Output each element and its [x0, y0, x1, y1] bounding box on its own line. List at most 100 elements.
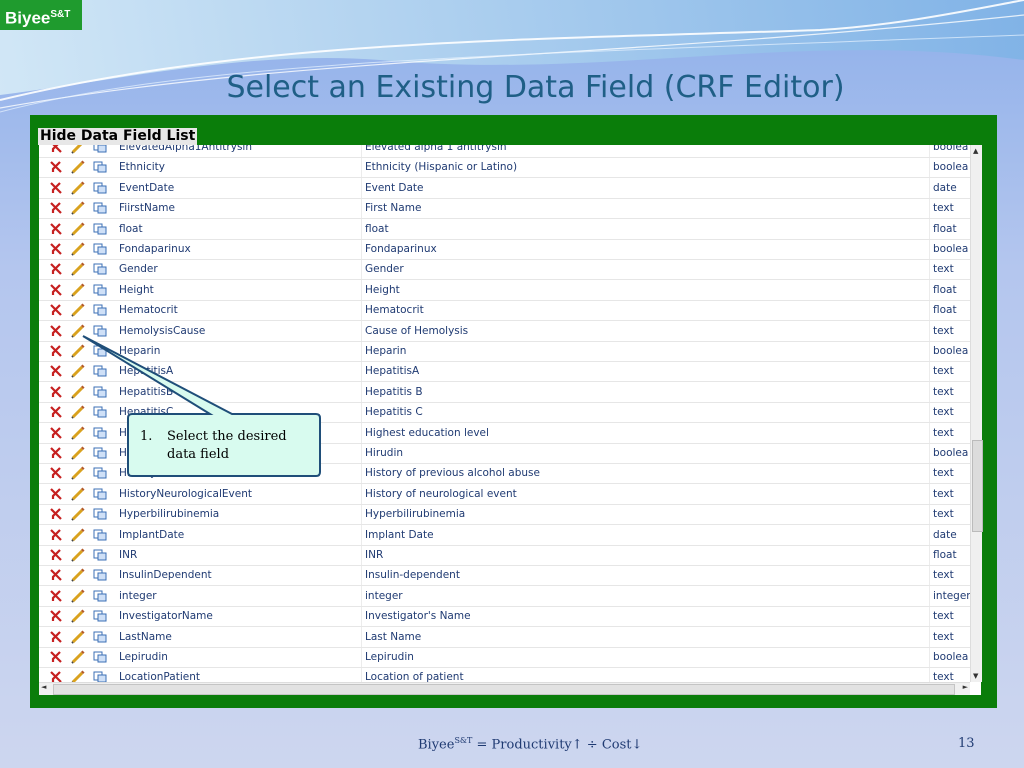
- table-row[interactable]: Gender Gender text: [39, 259, 970, 281]
- copy-icon[interactable]: [92, 547, 108, 563]
- delete-icon[interactable]: [48, 221, 64, 237]
- copy-icon[interactable]: [92, 649, 108, 665]
- table-row[interactable]: ImplantDate Implant Date date: [39, 525, 970, 546]
- delete-icon[interactable]: [48, 145, 64, 155]
- copy-icon[interactable]: [92, 302, 108, 318]
- copy-icon[interactable]: [92, 629, 108, 645]
- table-row[interactable]: EventDate Event Date date: [39, 178, 970, 199]
- edit-pencil-icon[interactable]: [70, 465, 86, 481]
- delete-icon[interactable]: [48, 608, 64, 624]
- table-row[interactable]: Lepirudin Lepirudin boolea: [39, 647, 970, 668]
- edit-pencil-icon[interactable]: [70, 547, 86, 563]
- copy-icon[interactable]: [92, 527, 108, 543]
- edit-pencil-icon[interactable]: [70, 384, 86, 400]
- copy-icon[interactable]: [92, 486, 108, 502]
- delete-icon[interactable]: [48, 425, 64, 441]
- table-row[interactable]: HistoryNeurologicalEvent History of neuro…: [39, 484, 970, 505]
- edit-pencil-icon[interactable]: [70, 159, 86, 175]
- delete-icon[interactable]: [48, 384, 64, 400]
- delete-icon[interactable]: [48, 261, 64, 277]
- table-row[interactable]: Hematocrit Hematocrit float: [39, 300, 970, 322]
- table-row[interactable]: ElevatedAlpha1Antitrysin Elevated alpha 1…: [39, 145, 970, 158]
- delete-icon[interactable]: [48, 506, 64, 522]
- table-row[interactable]: Ethnicity Ethnicity (Hispanic or Latino) b…: [39, 157, 970, 179]
- edit-pencil-icon[interactable]: [70, 425, 86, 441]
- delete-icon[interactable]: [48, 649, 64, 665]
- edit-pencil-icon[interactable]: [70, 282, 86, 298]
- table-row[interactable]: HemolysisCause Cause of Hemolysis text: [39, 321, 970, 342]
- edit-pencil-icon[interactable]: [70, 302, 86, 318]
- edit-pencil-icon[interactable]: [70, 486, 86, 502]
- edit-pencil-icon[interactable]: [70, 506, 86, 522]
- copy-icon[interactable]: [92, 159, 108, 175]
- copy-icon[interactable]: [92, 384, 108, 400]
- scroll-right-arrow-icon[interactable]: ►: [963, 683, 968, 691]
- scroll-left-arrow-icon[interactable]: ◄: [41, 683, 46, 691]
- edit-pencil-icon[interactable]: [70, 261, 86, 277]
- table-row[interactable]: HepatitisB Hepatitis B text: [39, 382, 970, 403]
- table-row[interactable]: FiirstName First Name text: [39, 198, 970, 220]
- delete-icon[interactable]: [48, 527, 64, 543]
- table-row[interactable]: Fondaparinux Fondaparinux boolea: [39, 239, 970, 260]
- edit-pencil-icon[interactable]: [70, 323, 86, 339]
- delete-icon[interactable]: [48, 200, 64, 216]
- scroll-up-arrow-icon[interactable]: ▲: [973, 147, 978, 155]
- delete-icon[interactable]: [48, 323, 64, 339]
- copy-icon[interactable]: [92, 506, 108, 522]
- copy-icon[interactable]: [92, 323, 108, 339]
- copy-icon[interactable]: [92, 588, 108, 604]
- table-row[interactable]: Heparin Heparin boolea: [39, 341, 970, 362]
- copy-icon[interactable]: [92, 221, 108, 237]
- scroll-down-arrow-icon[interactable]: ▼: [973, 672, 978, 680]
- edit-pencil-icon[interactable]: [70, 145, 86, 155]
- copy-icon[interactable]: [92, 465, 108, 481]
- delete-icon[interactable]: [48, 241, 64, 257]
- delete-icon[interactable]: [48, 486, 64, 502]
- delete-icon[interactable]: [48, 588, 64, 604]
- delete-icon[interactable]: [48, 547, 64, 563]
- copy-icon[interactable]: [92, 425, 108, 441]
- table-row[interactable]: InsulinDependent Insulin-dependent text: [39, 565, 970, 587]
- delete-icon[interactable]: [48, 302, 64, 318]
- horizontal-scrollbar[interactable]: ◄ ►: [39, 682, 970, 695]
- delete-icon[interactable]: [48, 282, 64, 298]
- edit-pencil-icon[interactable]: [70, 241, 86, 257]
- delete-icon[interactable]: [48, 445, 64, 461]
- delete-icon[interactable]: [48, 343, 64, 359]
- table-row[interactable]: HepatitisA HepatitisA text: [39, 361, 970, 383]
- table-row[interactable]: INR INR float: [39, 545, 970, 566]
- copy-icon[interactable]: [92, 363, 108, 379]
- delete-icon[interactable]: [48, 363, 64, 379]
- edit-pencil-icon[interactable]: [70, 588, 86, 604]
- delete-icon[interactable]: [48, 629, 64, 645]
- edit-pencil-icon[interactable]: [70, 527, 86, 543]
- scroll-thumb[interactable]: [972, 440, 983, 532]
- edit-pencil-icon[interactable]: [70, 608, 86, 624]
- delete-icon[interactable]: [48, 465, 64, 481]
- copy-icon[interactable]: [92, 404, 108, 420]
- copy-icon[interactable]: [92, 445, 108, 461]
- edit-pencil-icon[interactable]: [70, 567, 86, 583]
- table-row[interactable]: Height Height float: [39, 280, 970, 301]
- copy-icon[interactable]: [92, 145, 108, 155]
- copy-icon[interactable]: [92, 282, 108, 298]
- table-row[interactable]: LastName Last Name text: [39, 627, 970, 648]
- table-row[interactable]: HistoryAlcoholAbuse History of previous a…: [39, 463, 970, 485]
- hide-data-field-list-button[interactable]: Hide Data Field List: [38, 128, 198, 145]
- copy-icon[interactable]: [92, 567, 108, 583]
- delete-icon[interactable]: [48, 404, 64, 420]
- hscroll-thumb[interactable]: [53, 684, 955, 695]
- delete-icon[interactable]: [48, 159, 64, 175]
- table-row[interactable]: float float float: [39, 219, 970, 240]
- edit-pencil-icon[interactable]: [70, 200, 86, 216]
- edit-pencil-icon[interactable]: [70, 404, 86, 420]
- copy-icon[interactable]: [92, 608, 108, 624]
- edit-pencil-icon[interactable]: [70, 629, 86, 645]
- vertical-scrollbar[interactable]: ▲ ▼: [970, 145, 983, 682]
- table-row[interactable]: InvestigatorName Investigator's Name text: [39, 606, 970, 628]
- edit-pencil-icon[interactable]: [70, 221, 86, 237]
- copy-icon[interactable]: [92, 343, 108, 359]
- delete-icon[interactable]: [48, 567, 64, 583]
- edit-pencil-icon[interactable]: [70, 649, 86, 665]
- edit-pencil-icon[interactable]: [70, 180, 86, 196]
